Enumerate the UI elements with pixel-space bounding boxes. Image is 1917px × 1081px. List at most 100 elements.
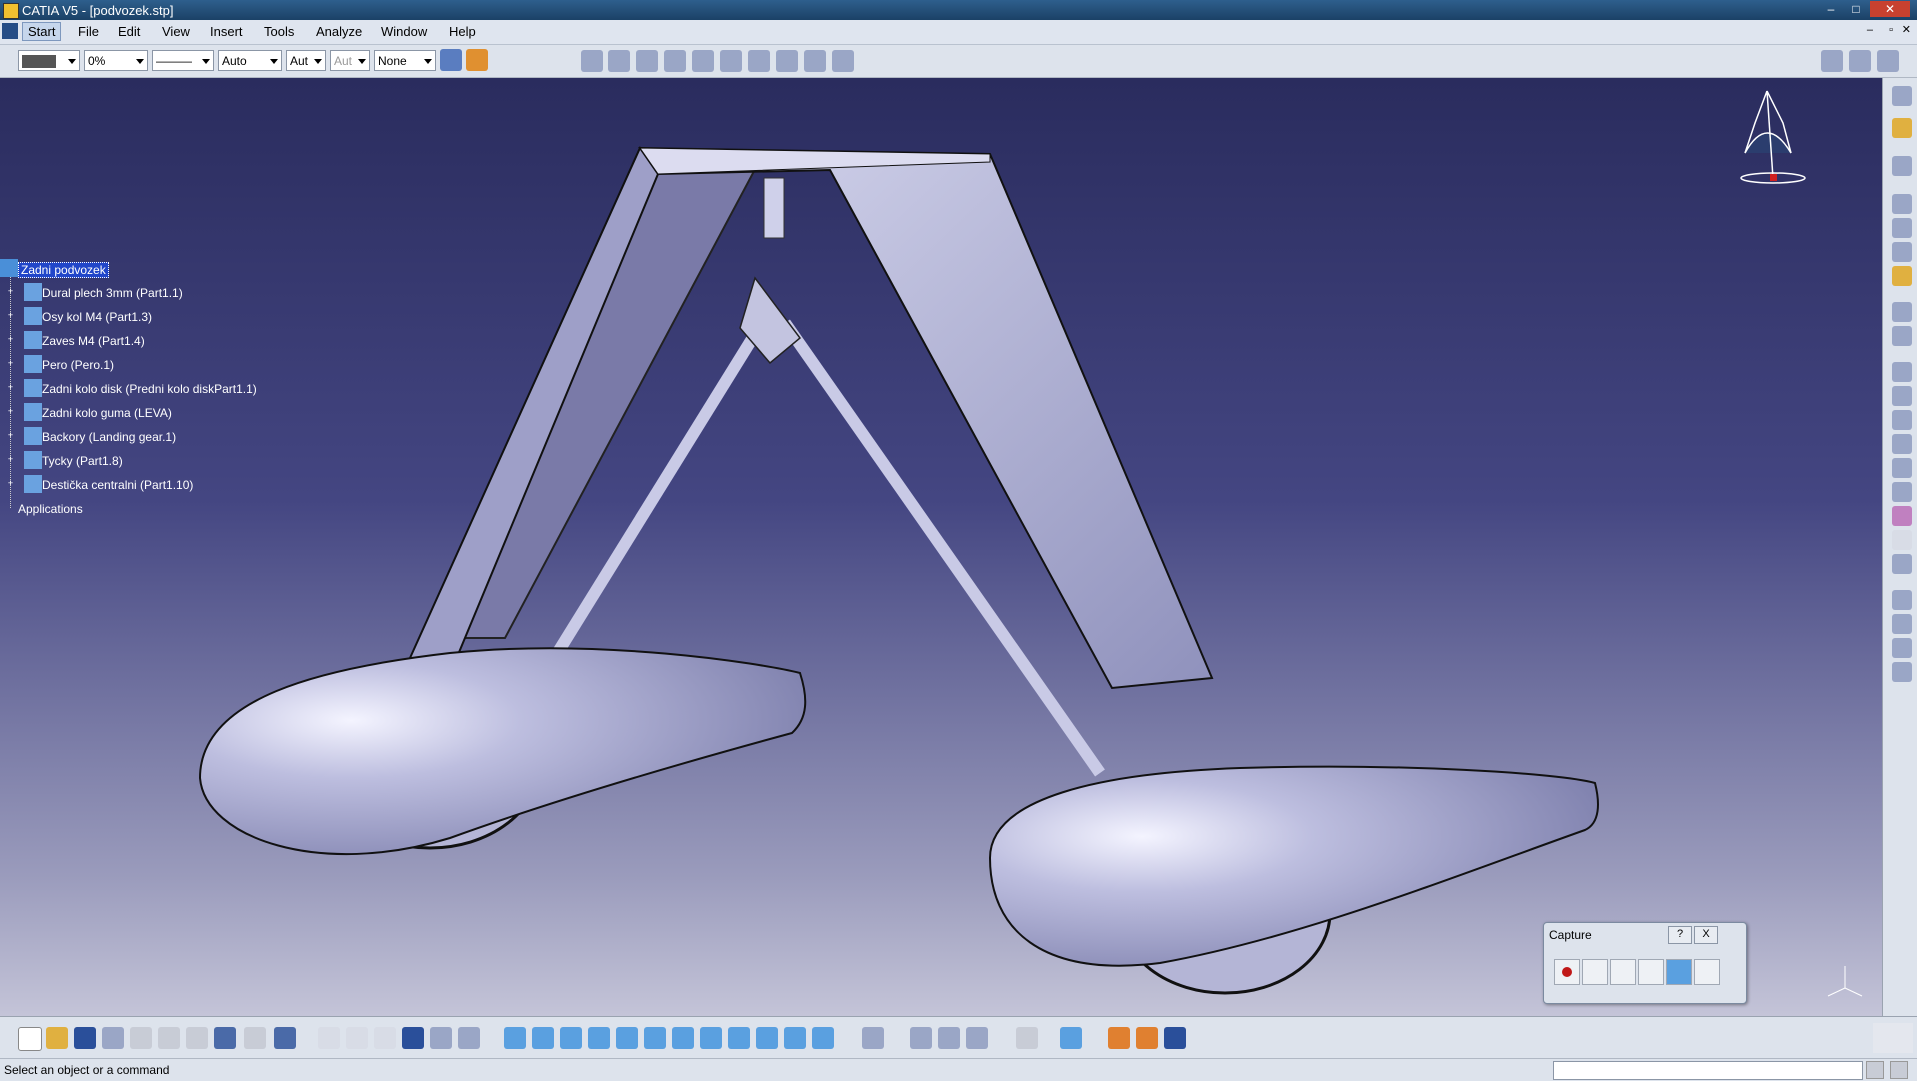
settings-icon[interactable] <box>1877 50 1899 72</box>
eraser-icon[interactable] <box>1060 1027 1082 1049</box>
menu-file[interactable]: File <box>78 24 99 39</box>
expand-icon[interactable]: + <box>6 359 15 368</box>
hole-icon[interactable] <box>1892 614 1912 634</box>
expand-icon[interactable]: + <box>6 431 15 440</box>
product-structure-icon[interactable] <box>1892 156 1912 176</box>
update-icon[interactable] <box>776 50 798 72</box>
record-icon[interactable] <box>1554 959 1580 985</box>
clash-icon[interactable] <box>1892 554 1912 574</box>
capture-settings-icon[interactable] <box>1694 959 1720 985</box>
coincidence-icon[interactable] <box>636 50 658 72</box>
redo-icon[interactable] <box>244 1027 266 1049</box>
thickness-dropdown[interactable]: Auto <box>218 50 282 71</box>
properties-icon[interactable] <box>466 49 488 71</box>
pan-icon[interactable] <box>560 1027 582 1049</box>
scene-icon[interactable] <box>832 50 854 72</box>
reuse-pattern-icon[interactable] <box>748 50 770 72</box>
tree-node-label[interactable]: Pero (Pero.1) <box>42 358 114 372</box>
print-icon[interactable] <box>102 1027 124 1049</box>
split-icon[interactable] <box>1892 590 1912 610</box>
new-product-icon[interactable] <box>1892 326 1912 346</box>
tree-node-label[interactable]: Zadni kolo disk (Predni kolo diskPart1.1… <box>42 382 257 396</box>
expand-icon[interactable]: + <box>6 455 15 464</box>
expand-icon[interactable]: + <box>6 287 15 296</box>
tree-node-label[interactable]: Osy kol M4 (Part1.3) <box>42 310 152 324</box>
layer-dropdown[interactable]: Aut <box>330 50 370 71</box>
swap-visible-icon[interactable] <box>812 1027 834 1049</box>
capture-mode-icon[interactable] <box>1638 959 1664 985</box>
color-dropdown[interactable] <box>18 50 80 71</box>
menu-analyze[interactable]: Analyze <box>316 24 362 39</box>
weight-icon[interactable] <box>966 1027 988 1049</box>
capture-close-button[interactable]: X <box>1694 926 1718 944</box>
undo-icon[interactable] <box>214 1027 236 1049</box>
image-icon[interactable] <box>1164 1027 1186 1049</box>
maximize-icon[interactable]: □ <box>1845 1 1867 17</box>
explode-icon[interactable] <box>804 50 826 72</box>
fly-mode-icon[interactable] <box>504 1027 526 1049</box>
snap-icon[interactable] <box>1892 218 1912 238</box>
contact-icon[interactable] <box>664 50 686 72</box>
menu-insert[interactable]: Insert <box>210 24 243 39</box>
doc-restore-icon[interactable]: ▫ <box>1889 24 1893 36</box>
measure-icon[interactable] <box>1892 482 1912 502</box>
menu-start[interactable]: Start <box>22 22 62 41</box>
rotate-icon[interactable] <box>588 1027 610 1049</box>
multi-view-icon[interactable] <box>700 1027 722 1049</box>
fix-component-icon[interactable] <box>608 50 630 72</box>
doc-close-icon[interactable]: ✕ <box>1902 23 1911 36</box>
gear-icon[interactable] <box>1849 50 1871 72</box>
select-mode-icon[interactable] <box>1582 959 1608 985</box>
expand-icon[interactable]: + <box>6 311 15 320</box>
open-folder-icon[interactable] <box>46 1027 68 1049</box>
minimize-icon[interactable]: – <box>1820 1 1842 17</box>
menu-window[interactable]: Window <box>381 24 427 39</box>
select-arrow-icon[interactable] <box>1892 118 1912 138</box>
expand-icon[interactable]: + <box>6 407 15 416</box>
cut-icon[interactable] <box>130 1027 152 1049</box>
formula-icon[interactable] <box>318 1027 340 1049</box>
generate-numbering-icon[interactable] <box>1892 434 1912 454</box>
tree-node-label[interactable]: Dural plech 3mm (Part1.1) <box>42 286 183 300</box>
tree-node-label[interactable]: Zadni kolo guma (LEVA) <box>42 406 172 420</box>
hide-show-icon[interactable] <box>784 1027 806 1049</box>
close-icon[interactable]: ✕ <box>1870 1 1910 17</box>
copy-icon[interactable] <box>158 1027 180 1049</box>
pocket-icon[interactable] <box>1892 638 1912 658</box>
capture-options-icon[interactable] <box>1610 959 1636 985</box>
tree-applications-label[interactable]: Applications <box>18 502 83 516</box>
knowledge-icon[interactable] <box>374 1027 396 1049</box>
tree-node-label[interactable]: Tycky (Part1.8) <box>42 454 123 468</box>
selective-load-icon[interactable] <box>1892 458 1912 478</box>
photo-studio-icon[interactable] <box>1108 1027 1130 1049</box>
menu-view[interactable]: View <box>162 24 190 39</box>
hide-icon[interactable] <box>430 1027 452 1049</box>
command-input[interactable] <box>1553 1061 1863 1080</box>
replace-component-icon[interactable] <box>1892 386 1912 406</box>
menu-help[interactable]: Help <box>449 24 476 39</box>
command-button[interactable] <box>1866 1061 1884 1079</box>
new-document-icon[interactable] <box>18 1027 42 1051</box>
angle-icon[interactable] <box>720 50 742 72</box>
menu-tools[interactable]: Tools <box>264 24 294 39</box>
capture-help-button[interactable]: ? <box>1668 926 1692 944</box>
tree-node-label[interactable]: Zaves M4 (Part1.4) <box>42 334 145 348</box>
gear-icon[interactable] <box>1890 1061 1908 1079</box>
layer2-dropdown[interactable]: None <box>374 50 436 71</box>
painter-icon[interactable] <box>440 49 462 71</box>
graph-tree-icon[interactable] <box>1892 410 1912 430</box>
zoom-out-icon[interactable] <box>644 1027 666 1049</box>
stop-manipulate-icon[interactable] <box>938 1027 960 1049</box>
image-album-icon[interactable] <box>1666 959 1692 985</box>
manipulate-icon[interactable] <box>910 1027 932 1049</box>
menu-edit[interactable]: Edit <box>118 24 140 39</box>
compass-icon[interactable] <box>1725 83 1815 193</box>
section-icon[interactable] <box>1892 506 1912 526</box>
whats-this-icon[interactable] <box>274 1027 296 1049</box>
move-icon[interactable] <box>1892 194 1912 214</box>
paste-icon[interactable] <box>186 1027 208 1049</box>
new-component-icon[interactable] <box>1892 302 1912 322</box>
add-icon[interactable] <box>1892 662 1912 682</box>
table-icon[interactable] <box>402 1027 424 1049</box>
linetype-dropdown[interactable]: ——— <box>152 50 214 71</box>
